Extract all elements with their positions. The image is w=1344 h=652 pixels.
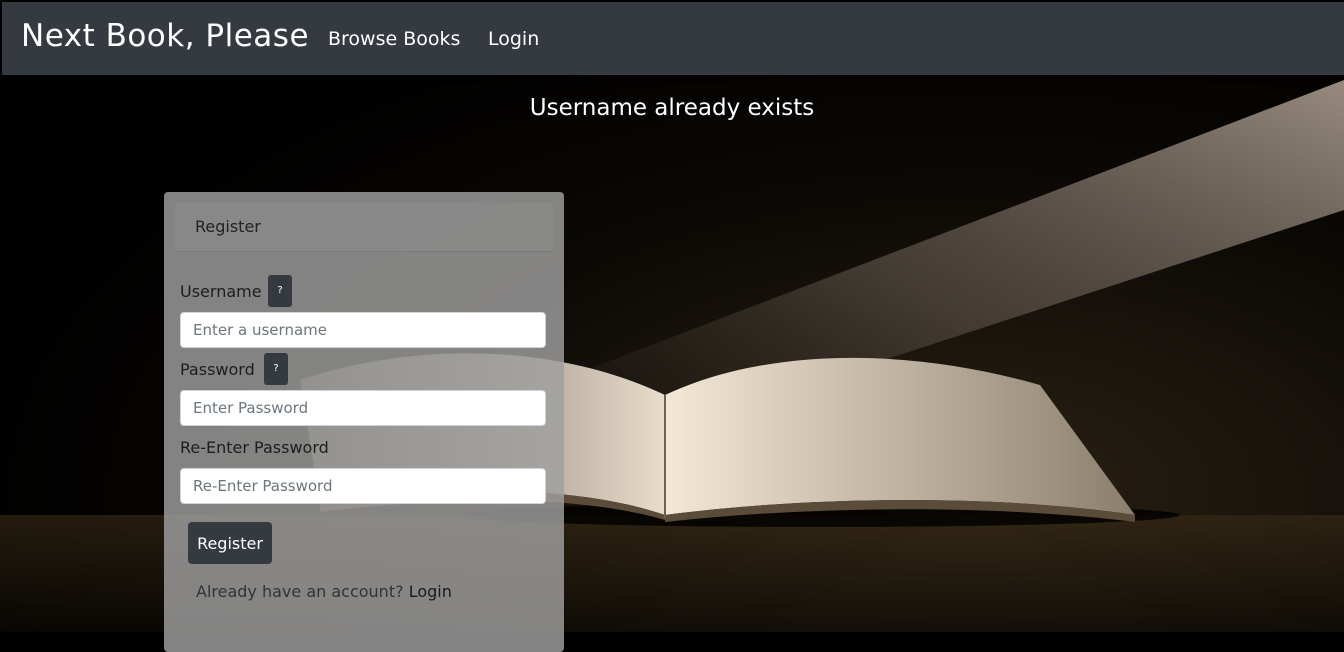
login-prompt: Already have an account? Login — [196, 582, 452, 601]
password-input[interactable] — [180, 390, 546, 426]
username-input[interactable] — [180, 312, 546, 348]
register-button[interactable]: Register — [188, 522, 272, 564]
nav-login[interactable]: Login — [488, 28, 539, 50]
top-navbar: Next Book, Please Browse Books Login — [2, 2, 1344, 75]
flash-message: Username already exists — [529, 95, 815, 121]
reenter-password-input[interactable] — [180, 468, 546, 504]
nav-browse-books[interactable]: Browse Books — [328, 28, 460, 50]
username-help-button[interactable]: ? — [268, 275, 292, 307]
password-help-button[interactable]: ? — [264, 353, 288, 385]
login-link[interactable]: Login — [409, 582, 452, 601]
username-label: Username — [180, 282, 262, 301]
register-card: Register Username ? Password ? Re-Enter … — [164, 192, 564, 652]
reenter-password-label: Re-Enter Password — [180, 438, 329, 457]
card-title: Register — [195, 217, 261, 236]
password-label: Password — [180, 360, 255, 379]
login-prompt-text: Already have an account? — [196, 582, 404, 601]
brand-link[interactable]: Next Book, Please — [21, 18, 309, 54]
card-header: Register — [175, 203, 553, 252]
